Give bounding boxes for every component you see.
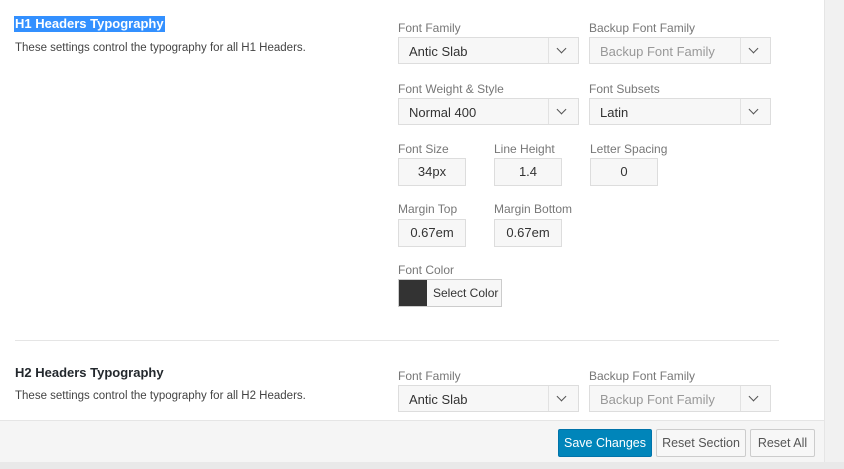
h1-typography-section: H1 Headers Typography These settings con…: [0, 0, 824, 340]
dropdown-arrow: [548, 99, 578, 124]
font-subsets-label: Font Subsets: [589, 82, 660, 96]
backup-font-family-select[interactable]: Backup Font Family: [589, 37, 771, 64]
font-family-label: Font Family: [398, 369, 461, 383]
line-height-label: Line Height: [494, 142, 555, 156]
backup-font-family-label: Backup Font Family: [589, 21, 696, 35]
font-subsets-select[interactable]: Latin: [589, 98, 771, 125]
section-title: H1 Headers Typography: [14, 16, 165, 32]
chevron-down-icon: [556, 391, 567, 402]
font-weight-value: Normal 400: [409, 105, 477, 120]
chevron-down-icon: [748, 391, 759, 402]
scrollbar-gutter[interactable]: [824, 0, 844, 469]
font-color-label: Font Color: [398, 263, 455, 277]
color-swatch: [399, 280, 427, 306]
h2-typography-section: H2 Headers Typography These settings con…: [0, 341, 824, 420]
font-family-value: Antic Slab: [409, 44, 468, 59]
chevron-down-icon: [748, 104, 759, 115]
chevron-down-icon: [748, 43, 759, 54]
font-family-label: Font Family: [398, 21, 461, 35]
margin-bottom-input[interactable]: 0.67em: [494, 219, 562, 247]
letter-spacing-input[interactable]: 0: [590, 158, 658, 186]
margin-bottom-label: Margin Bottom: [494, 202, 573, 216]
font-subsets-value: Latin: [600, 105, 629, 120]
line-height-input[interactable]: 1.4: [494, 158, 562, 186]
dropdown-arrow: [740, 38, 770, 63]
font-weight-select[interactable]: Normal 400: [398, 98, 579, 125]
reset-all-button[interactable]: Reset All: [750, 429, 815, 457]
font-size-label: Font Size: [398, 142, 449, 156]
section-description: These settings control the typography fo…: [15, 390, 306, 402]
margin-top-input[interactable]: 0.67em: [398, 219, 466, 247]
section-description: These settings control the typography fo…: [15, 42, 306, 54]
dropdown-arrow: [740, 386, 770, 411]
font-family-select[interactable]: Antic Slab: [398, 37, 579, 64]
section-title: H2 Headers Typography: [15, 365, 164, 380]
select-color-button[interactable]: Select Color: [433, 286, 498, 300]
chevron-down-icon: [556, 43, 567, 54]
font-family-select[interactable]: Antic Slab: [398, 385, 579, 412]
footer-bottom-strip: [0, 462, 844, 469]
save-changes-button[interactable]: Save Changes: [558, 429, 652, 457]
backup-font-family-placeholder: Backup Font Family: [600, 44, 715, 59]
font-family-value: Antic Slab: [409, 392, 468, 407]
chevron-down-icon: [556, 104, 567, 115]
reset-section-button[interactable]: Reset Section: [656, 429, 746, 457]
font-size-input[interactable]: 34px: [398, 158, 466, 186]
backup-font-family-select[interactable]: Backup Font Family: [589, 385, 771, 412]
dropdown-arrow: [740, 99, 770, 124]
margin-top-label: Margin Top: [398, 202, 458, 216]
letter-spacing-label: Letter Spacing: [590, 142, 668, 156]
font-weight-label: Font Weight & Style: [398, 82, 504, 96]
dropdown-arrow: [548, 38, 578, 63]
backup-font-family-label: Backup Font Family: [589, 369, 696, 383]
font-color-picker[interactable]: Select Color: [398, 279, 502, 307]
backup-font-family-placeholder: Backup Font Family: [600, 392, 715, 407]
dropdown-arrow: [548, 386, 578, 411]
